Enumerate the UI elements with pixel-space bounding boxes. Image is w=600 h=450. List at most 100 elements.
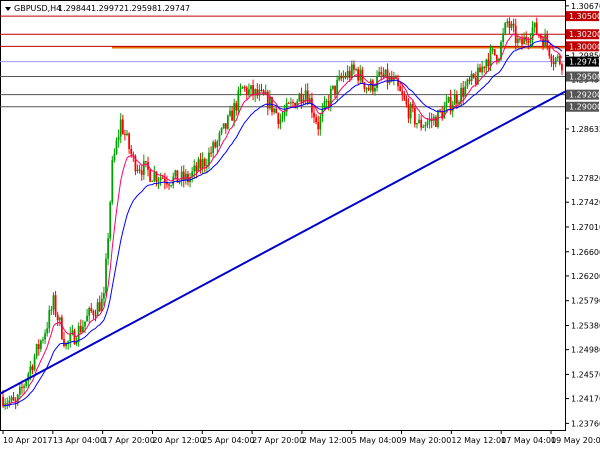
- candle-body: [52, 295, 55, 310]
- candle-body: [69, 333, 72, 342]
- candle-body: [243, 86, 246, 88]
- chart-header: GBPUSD,H4 1.29844 1.29972 1.29598 1.2974…: [5, 4, 190, 13]
- ohlc-low: 1.29598: [124, 4, 157, 13]
- candle-body: [445, 101, 448, 108]
- candle-body: [416, 123, 418, 125]
- candle-body: [180, 171, 183, 181]
- candle-body: [224, 123, 227, 129]
- candle-body: [338, 75, 341, 80]
- candle-body: [216, 141, 219, 148]
- candle-body: [163, 178, 166, 183]
- x-tick-label: 2 May 12:00: [302, 436, 352, 445]
- candle-body: [2, 396, 4, 406]
- x-tick-label: 20 Apr 12:00: [152, 436, 204, 445]
- candle-body: [472, 73, 475, 78]
- candle-body: [323, 101, 326, 109]
- candle-body: [88, 307, 91, 316]
- candle-body: [121, 119, 124, 134]
- candle-body: [273, 108, 275, 113]
- candle-body: [334, 85, 336, 95]
- candle-body: [42, 339, 44, 341]
- y-tick-label: 1.25380: [571, 321, 600, 330]
- candle-body: [464, 86, 467, 97]
- candle-body: [170, 185, 173, 187]
- candle-body: [126, 133, 128, 135]
- candle-body: [266, 91, 269, 109]
- x-tick-label: 9 May 20:00: [402, 436, 452, 445]
- candle-body: [86, 315, 88, 322]
- candle-body: [201, 159, 204, 169]
- candle-body: [10, 397, 13, 401]
- candle-body: [485, 59, 488, 69]
- candle-body: [124, 133, 126, 135]
- candle-body: [90, 307, 93, 311]
- candle-body: [23, 385, 25, 388]
- candle-body: [443, 107, 446, 119]
- candle-body: [39, 340, 42, 349]
- candle-body: [346, 70, 349, 78]
- y-tick-label: 1.27010: [571, 223, 600, 232]
- candle-body: [12, 397, 15, 401]
- level-label: 1.29500: [569, 73, 600, 82]
- candle-body: [558, 56, 561, 65]
- candle-body: [420, 119, 423, 128]
- x-tick-label: 10 Apr 2017: [3, 436, 52, 445]
- symbol-label: GBPUSD,H4: [14, 4, 61, 13]
- candle-body: [493, 49, 496, 55]
- candle-body: [153, 172, 156, 181]
- candle-body: [470, 73, 473, 82]
- candle-body: [466, 79, 469, 87]
- candle-body: [241, 86, 244, 89]
- candle-body: [168, 184, 170, 186]
- candle-body: [279, 119, 282, 125]
- candle-body: [399, 86, 402, 92]
- candle-body: [231, 110, 233, 121]
- candle-body: [176, 170, 179, 183]
- candle-body: [6, 402, 9, 404]
- x-tick-label: 13 Apr 04:00: [53, 436, 105, 445]
- candle-body: [50, 309, 53, 311]
- y-tick-label: 1.23760: [571, 419, 600, 428]
- candle-body: [275, 108, 278, 114]
- candle-body: [96, 302, 99, 317]
- candle-body: [489, 49, 492, 67]
- level-label: 1.30000: [569, 42, 600, 51]
- candle-body: [290, 102, 292, 104]
- candle-body: [115, 140, 118, 154]
- candle-body: [342, 75, 345, 79]
- candle-body: [504, 23, 507, 34]
- candle-body: [60, 317, 63, 339]
- candle-body: [105, 258, 107, 294]
- candle-body: [119, 119, 122, 137]
- candle-body: [332, 85, 334, 89]
- candle-body: [193, 165, 196, 172]
- candle-body: [145, 161, 147, 163]
- candle-body: [281, 116, 284, 120]
- x-tick-label: 17 May 04:00: [501, 436, 556, 445]
- candle-body: [491, 49, 494, 51]
- candle-body: [561, 64, 563, 71]
- candle-body: [434, 116, 437, 127]
- y-tick-label: 1.26200: [571, 272, 600, 281]
- level-label: 1.29200: [569, 91, 600, 100]
- candle-body: [199, 159, 202, 169]
- candle-body: [403, 94, 406, 100]
- candle-body: [495, 54, 498, 61]
- candle-body: [300, 93, 303, 103]
- candle-body: [516, 38, 519, 43]
- candle-body: [453, 94, 456, 105]
- x-tick-label: 12 May 12:00: [451, 436, 506, 445]
- current-price-label: 1.29747: [569, 58, 600, 67]
- candle-body: [298, 93, 301, 102]
- candle-body: [411, 104, 414, 108]
- candle-body: [140, 170, 143, 175]
- candle-body: [311, 98, 313, 113]
- candle-body: [113, 153, 116, 161]
- candle-body: [220, 128, 223, 134]
- candle-body: [98, 302, 101, 312]
- level-label: 1.30200: [569, 30, 600, 39]
- gbpusd-chart[interactable]: GBPUSD,H4 1.29844 1.29972 1.29598 1.2974…: [0, 0, 600, 450]
- candle-body: [214, 142, 217, 148]
- candle-body: [56, 314, 59, 321]
- candle-body: [514, 25, 517, 43]
